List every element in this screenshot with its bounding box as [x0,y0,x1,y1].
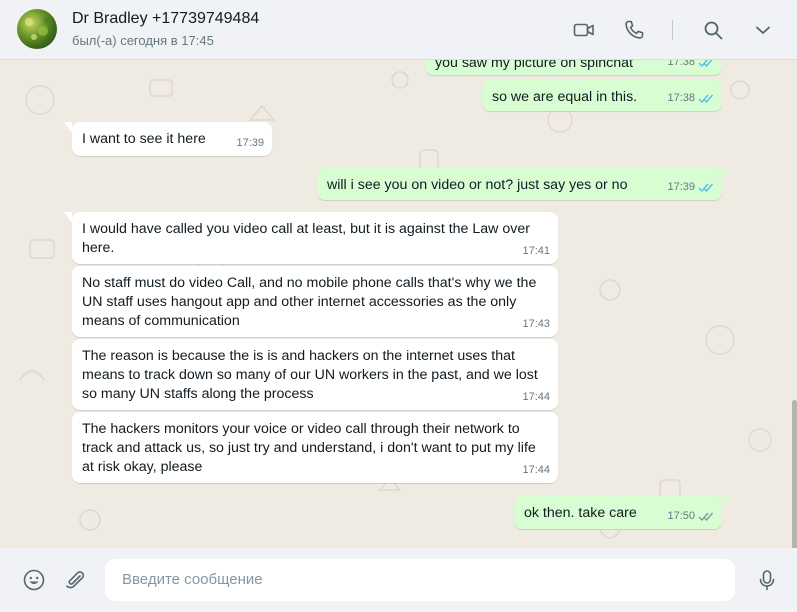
message-bubble-incoming[interactable]: No staff must do video Call, and no mobi… [72,266,558,337]
last-seen-status: был(-а) сегодня в 17:45 [72,33,214,48]
message-meta: 17:44 [522,461,550,480]
message-text: I want to see it here [82,131,206,147]
message-bubble-incoming[interactable]: The reason is because the is is and hack… [72,339,558,410]
message-meta: 17:38 [667,60,714,72]
chevron-down-icon[interactable] [751,18,775,42]
message-input[interactable]: Введите сообщение [105,559,735,601]
message-meta: 17:39 [236,134,264,153]
phone-icon[interactable] [622,18,646,42]
message-time: 17:38 [667,92,695,104]
message-meta: 17:43 [522,315,550,334]
message-time: 17:39 [236,137,264,149]
message-bubble-outgoing[interactable]: you saw my picture on spinchat 17:38 [425,60,722,75]
message-time: 17:41 [522,245,550,257]
message-text: The hackers monitors your voice or video… [82,421,536,475]
emoji-icon[interactable] [22,568,46,592]
microphone-icon[interactable] [755,568,779,592]
message-meta: 17:41 [522,242,550,261]
message-list[interactable]: you saw my picture on spinchat 17:38 so … [0,60,797,548]
message-bubble-outgoing[interactable]: so we are equal in this. 17:38 [482,80,722,111]
message-bubble-outgoing[interactable]: will i see you on video or not? just say… [317,168,730,200]
message-text: will i see you on video or not? just say… [327,177,628,193]
double-check-read-icon [698,182,714,193]
chat-header: Dr Bradley +17739749484 был(-а) сегодня … [0,0,797,60]
message-time: 17:43 [522,318,550,330]
header-divider [672,20,673,40]
message-bubble-incoming[interactable]: I would have called you video call at le… [64,212,558,264]
message-meta: 17:39 [667,178,714,197]
bubble-tail [722,496,730,507]
message-text: No staff must do video Call, and no mobi… [82,275,537,329]
composer-bar: Введите сообщение [0,548,797,612]
double-check-delivered-icon [698,511,714,522]
video-camera-icon[interactable] [572,18,596,42]
message-text: I would have called you video call at le… [82,221,530,256]
message-meta: 17:38 [667,89,714,108]
message-bubble-outgoing[interactable]: ok then. take care 17:50 [514,496,730,529]
message-text: The reason is because the is is and hack… [82,348,538,402]
message-time: 17:50 [667,510,695,522]
message-time: 17:39 [667,181,695,193]
double-check-read-icon [698,60,714,68]
message-meta: 17:44 [522,388,550,407]
contact-avatar[interactable] [17,9,57,49]
message-time: 17:44 [522,464,550,476]
bubble-tail [64,212,72,223]
message-meta: 17:50 [667,507,714,526]
bubble-tail [64,122,72,133]
chat-scrollbar[interactable] [792,400,797,548]
double-check-read-icon [698,93,714,104]
bubble-tail [722,168,730,179]
attach-icon[interactable] [63,568,87,592]
message-bubble-incoming[interactable]: I want to see it here 17:39 [64,122,272,156]
search-icon[interactable] [701,18,725,42]
contact-name[interactable]: Dr Bradley +17739749484 [72,10,259,28]
message-time: 17:38 [667,60,695,68]
message-bubble-incoming[interactable]: The hackers monitors your voice or video… [72,412,558,483]
message-time: 17:44 [522,391,550,403]
